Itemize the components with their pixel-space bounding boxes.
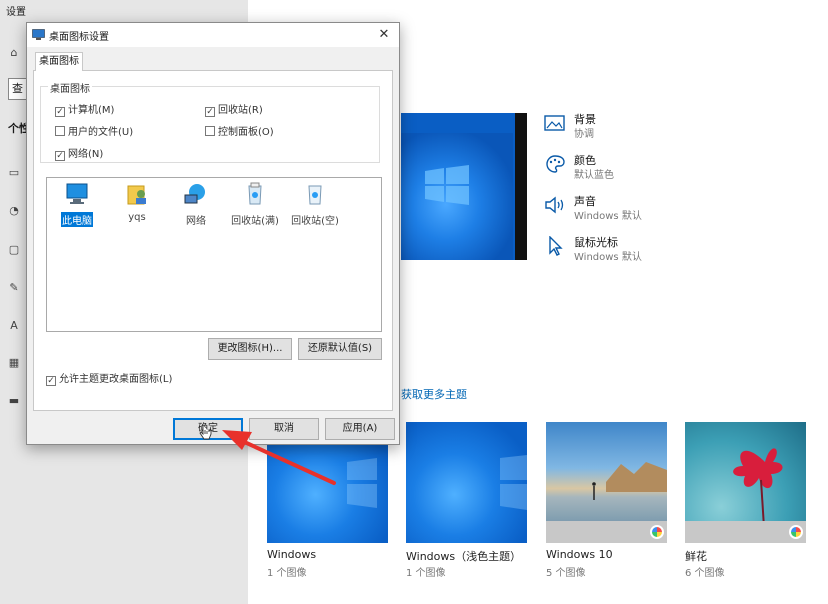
color-badge-icon xyxy=(650,525,664,539)
font-icon[interactable]: A xyxy=(6,319,22,333)
checkbox-unchecked-icon xyxy=(205,126,215,136)
picture-icon xyxy=(544,115,565,131)
recycle-bin-empty-icon xyxy=(308,185,322,205)
checkbox-allow-theme-change[interactable]: ✓ 允许主题更改桌面图标(L) xyxy=(46,370,172,386)
desktop-icon-settings-dialog: 桌面图标设置 ✕ 桌面图标 桌面图标 ✓ 计算机(M) ✓ 回收站(R) 用户的文件… xyxy=(26,22,400,445)
restore-default-button[interactable]: 还原默认值(S) xyxy=(298,338,382,360)
palette-icon xyxy=(546,155,565,173)
cursor-icon xyxy=(549,236,563,256)
theme-preview xyxy=(401,113,527,260)
brush-icon[interactable]: ✎ xyxy=(6,281,22,295)
checkbox-user-files[interactable]: 用户的文件(U) xyxy=(55,123,133,138)
icon-item-user[interactable]: yqs xyxy=(107,182,167,223)
close-icon[interactable]: ✕ xyxy=(373,25,395,45)
theme-windows-light[interactable]: Windows（浅色主题） 1 个图像 xyxy=(406,422,527,579)
picture-icon[interactable]: ▭ xyxy=(6,166,22,180)
settings-title: 设置 xyxy=(6,7,26,18)
group-title: 桌面图标 xyxy=(48,80,92,95)
checkbox-control-panel[interactable]: 控制面板(O) xyxy=(205,123,274,138)
user-folder-icon xyxy=(127,185,146,205)
theme-windows-10[interactable]: Windows 10 5 个图像 xyxy=(546,422,667,579)
dialog-titlebar[interactable]: 桌面图标设置 ✕ xyxy=(27,23,399,47)
icon-item-recycle-empty[interactable]: 回收站(空) xyxy=(285,182,345,227)
icon-item-network[interactable]: 网络 xyxy=(166,182,226,227)
checkbox-unchecked-icon xyxy=(55,126,65,136)
recycle-bin-full-icon xyxy=(248,182,262,205)
section-title: 个性 xyxy=(8,122,28,135)
lockscreen-icon[interactable]: ▢ xyxy=(6,243,22,257)
palette-icon[interactable]: ◔ xyxy=(6,204,22,218)
monitor-icon xyxy=(32,29,45,40)
checkbox-checked-icon: ✓ xyxy=(46,376,56,386)
more-themes-link[interactable]: 获取更多主题 xyxy=(401,386,467,402)
icon-list[interactable]: 此电脑 yqs 网络 回收站(满) 回收站(空) xyxy=(46,177,382,332)
checkbox-network[interactable]: ✓ 网络(N) xyxy=(55,145,103,161)
icon-item-this-pc[interactable]: 此电脑 xyxy=(47,182,107,227)
checkbox-checked-icon: ✓ xyxy=(205,107,215,117)
start-icon[interactable]: ▦ xyxy=(6,356,22,370)
checkbox-checked-icon: ✓ xyxy=(55,151,65,161)
search-input[interactable]: 查 xyxy=(8,78,28,100)
home-icon[interactable]: ⌂ xyxy=(6,46,22,60)
apply-button[interactable]: 应用(A) xyxy=(325,418,395,440)
mouse-cursor-icon xyxy=(199,425,212,440)
checkbox-computer[interactable]: ✓ 计算机(M) xyxy=(55,101,114,117)
computer-icon xyxy=(66,183,88,204)
windows-logo-icon xyxy=(425,165,469,205)
theme-flowers[interactable]: 鲜花 6 个图像 xyxy=(685,422,806,579)
cancel-button[interactable]: 取消 xyxy=(249,418,319,440)
checkbox-checked-icon: ✓ xyxy=(55,107,65,117)
change-icon-button[interactable]: 更改图标(H)... xyxy=(208,338,292,360)
speaker-icon xyxy=(545,196,564,214)
dialog-title: 桌面图标设置 xyxy=(49,32,109,43)
tab-desktop-icons[interactable]: 桌面图标 xyxy=(35,52,83,71)
color-badge-icon xyxy=(789,525,803,539)
icon-item-recycle-full[interactable]: 回收站(满) xyxy=(225,182,285,227)
checkbox-recycle-bin[interactable]: ✓ 回收站(R) xyxy=(205,101,263,117)
network-icon xyxy=(184,184,205,204)
taskbar-icon[interactable]: ▬ xyxy=(6,394,22,408)
